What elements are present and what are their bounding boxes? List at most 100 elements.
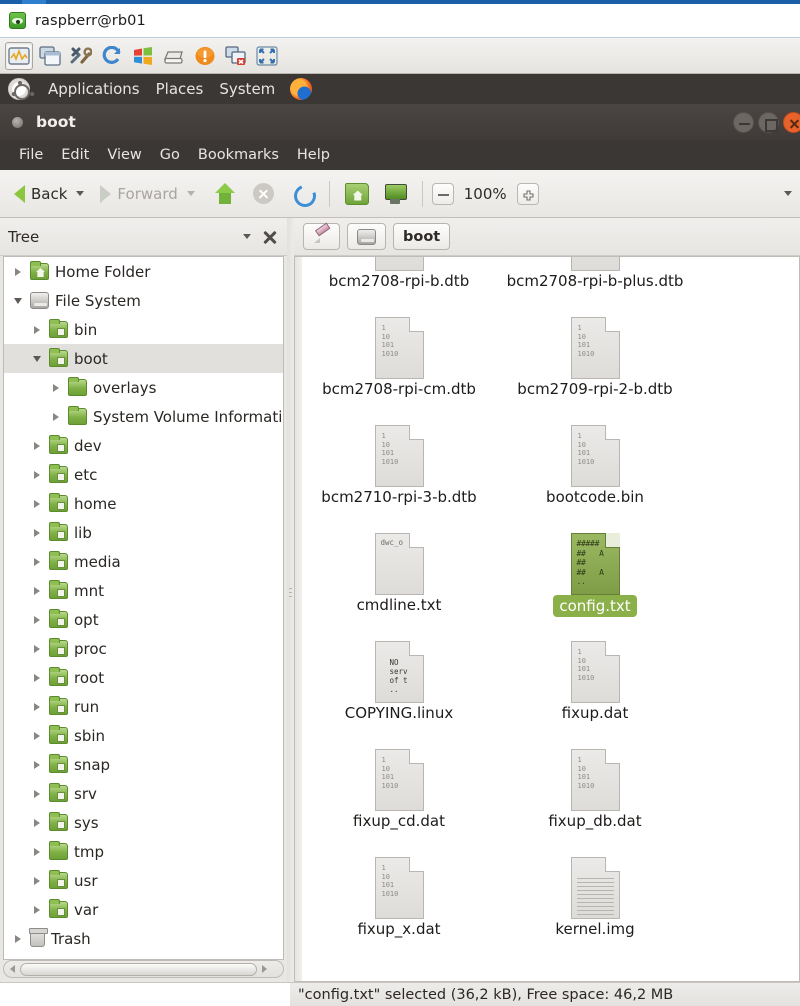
- tree-expander-collapsed-icon[interactable]: [29, 847, 44, 856]
- file-item[interactable]: kernel.img: [499, 851, 691, 939]
- file-item[interactable]: 1 10 101 1010 fixup_db.dat: [499, 743, 691, 831]
- breadcrumb-boot-button[interactable]: boot: [393, 223, 451, 250]
- file-item[interactable]: dwc_o cmdline.txt: [303, 527, 495, 615]
- tree-item-home-folder[interactable]: Home Folder: [4, 257, 283, 286]
- scrollbar-thumb[interactable]: [20, 962, 257, 976]
- tree-expander-collapsed-icon[interactable]: [29, 876, 44, 885]
- tree-expander-collapsed-icon[interactable]: [29, 557, 44, 566]
- scroll-left-arrow-icon[interactable]: [6, 963, 19, 976]
- tree-item-dev[interactable]: dev: [4, 431, 283, 460]
- tree-item-mnt[interactable]: mnt: [4, 576, 283, 605]
- panel-menu-applications[interactable]: Applications: [40, 77, 148, 101]
- tree-item-etc[interactable]: etc: [4, 460, 283, 489]
- tree-expander-collapsed-icon[interactable]: [29, 325, 44, 334]
- panel-menu-places[interactable]: Places: [148, 77, 212, 101]
- refresh-icon[interactable]: [98, 42, 126, 70]
- file-item[interactable]: 1 10 101 1010 bootcode.bin: [499, 419, 691, 507]
- tree-expander-collapsed-icon[interactable]: [29, 760, 44, 769]
- tree-item-opt[interactable]: opt: [4, 605, 283, 634]
- tree-expander-collapsed-icon[interactable]: [48, 383, 63, 392]
- file-item[interactable]: 1 10 101 1010 fixup.dat: [499, 635, 691, 723]
- disconnect-icon[interactable]: [222, 42, 250, 70]
- connection-options-icon[interactable]: [5, 41, 33, 70]
- tree-item-sys[interactable]: sys: [4, 808, 283, 837]
- tree-expander-collapsed-icon[interactable]: [10, 934, 25, 943]
- file-item[interactable]: NO serv of t.. COPYING.linux: [303, 635, 495, 723]
- new-window-icon[interactable]: [36, 42, 64, 70]
- file-item[interactable]: 1101011010bcm2708-rpi-b-plus.dtb: [499, 257, 691, 291]
- panel-menu-system[interactable]: System: [211, 77, 283, 101]
- send-ctrl-alt-del-icon[interactable]: [129, 42, 157, 70]
- tree-expander-collapsed-icon[interactable]: [10, 267, 25, 276]
- tree-item-trash[interactable]: Trash: [4, 924, 283, 953]
- tree-expander-collapsed-icon[interactable]: [48, 412, 63, 421]
- tree-item-tmp[interactable]: tmp: [4, 837, 283, 866]
- computer-button[interactable]: [377, 178, 413, 210]
- minimize-button[interactable]: [733, 112, 754, 133]
- location-entry-toggle-button[interactable]: [303, 223, 340, 250]
- tree-item-system-volume-informati[interactable]: System Volume Informati: [4, 402, 283, 431]
- tree-item-bin[interactable]: bin: [4, 315, 283, 344]
- file-icon-view[interactable]: 1101011010bcm2708-rpi-b.dtb1101011010bcm…: [294, 256, 800, 982]
- firefox-icon[interactable]: [290, 78, 313, 100]
- menu-help[interactable]: Help: [288, 145, 339, 165]
- file-transfer-icon[interactable]: [160, 42, 188, 70]
- scroll-right-arrow-icon[interactable]: [258, 963, 271, 976]
- file-item[interactable]: 1 10 101 1010 bcm2709-rpi-2-b.dtb: [499, 311, 691, 399]
- tree-expander-expanded-icon[interactable]: [10, 297, 25, 304]
- tree-item-snap[interactable]: snap: [4, 750, 283, 779]
- tree-item-var[interactable]: var: [4, 895, 283, 924]
- tree-expander-collapsed-icon[interactable]: [29, 586, 44, 595]
- tree-expander-collapsed-icon[interactable]: [29, 470, 44, 479]
- zoom-in-button[interactable]: [516, 182, 539, 205]
- tree-item-file-system[interactable]: File System: [4, 286, 283, 315]
- ubuntu-logo-icon[interactable]: [8, 78, 30, 100]
- tree-expander-collapsed-icon[interactable]: [29, 789, 44, 798]
- tree-item-lib[interactable]: lib: [4, 518, 283, 547]
- file-item[interactable]: 1 10 101 1010 bcm2710-rpi-3-b.dtb: [303, 419, 495, 507]
- tree-item-media[interactable]: media: [4, 547, 283, 576]
- sidebar-close-icon[interactable]: [261, 228, 279, 246]
- tree-expander-expanded-icon[interactable]: [29, 355, 44, 362]
- tree-item-srv[interactable]: srv: [4, 779, 283, 808]
- tree-expander-collapsed-icon[interactable]: [29, 615, 44, 624]
- tree-expander-collapsed-icon[interactable]: [29, 731, 44, 740]
- sidebar-mode-chevron-down-icon[interactable]: [243, 234, 251, 239]
- tree-expander-collapsed-icon[interactable]: [29, 702, 44, 711]
- menu-view[interactable]: View: [98, 145, 150, 165]
- file-item[interactable]: 1 10 101 1010 bcm2708-rpi-cm.dtb: [303, 311, 495, 399]
- tree-item-sbin[interactable]: sbin: [4, 721, 283, 750]
- up-button[interactable]: [209, 178, 241, 210]
- sidebar-horizontal-scrollbar[interactable]: [3, 960, 284, 978]
- menu-file[interactable]: File: [10, 145, 52, 165]
- tree-expander-collapsed-icon[interactable]: [29, 673, 44, 682]
- tree-expander-collapsed-icon[interactable]: [29, 441, 44, 450]
- tree-item-usr[interactable]: usr: [4, 866, 283, 895]
- file-item[interactable]: 1 10 101 1010 fixup_cd.dat: [303, 743, 495, 831]
- tree-expander-collapsed-icon[interactable]: [29, 644, 44, 653]
- back-history-chevron-down-icon[interactable]: [76, 191, 85, 196]
- menu-edit[interactable]: Edit: [52, 145, 98, 165]
- tree-expander-collapsed-icon[interactable]: [29, 818, 44, 827]
- tree-item-proc[interactable]: proc: [4, 634, 283, 663]
- tree-item-home[interactable]: home: [4, 489, 283, 518]
- tree-item-root[interactable]: root: [4, 663, 283, 692]
- file-item[interactable]: 1101011010bcm2708-rpi-b.dtb: [303, 257, 495, 291]
- pane-splitter[interactable]: [287, 218, 294, 982]
- zoom-out-button[interactable]: [431, 182, 454, 205]
- tools-icon[interactable]: [67, 42, 95, 70]
- home-button[interactable]: [339, 178, 375, 210]
- tree-item-overlays[interactable]: overlays: [4, 373, 283, 402]
- tree-expander-collapsed-icon[interactable]: [29, 499, 44, 508]
- sidebar-tree-list[interactable]: Home Folder File System bin boot overlays Sys…: [3, 256, 284, 960]
- window-menu-icon[interactable]: [12, 116, 23, 128]
- tree-expander-collapsed-icon[interactable]: [29, 905, 44, 914]
- fullscreen-icon[interactable]: [253, 42, 281, 70]
- info-icon[interactable]: [191, 42, 219, 70]
- maximize-button[interactable]: [758, 112, 779, 133]
- menu-bookmarks[interactable]: Bookmarks: [189, 145, 288, 165]
- file-item[interactable]: ##### ## A ## ## A.. config.txt: [499, 527, 691, 617]
- tree-item-boot[interactable]: boot: [4, 344, 283, 373]
- back-button[interactable]: Back: [8, 180, 73, 208]
- menu-go[interactable]: Go: [151, 145, 189, 165]
